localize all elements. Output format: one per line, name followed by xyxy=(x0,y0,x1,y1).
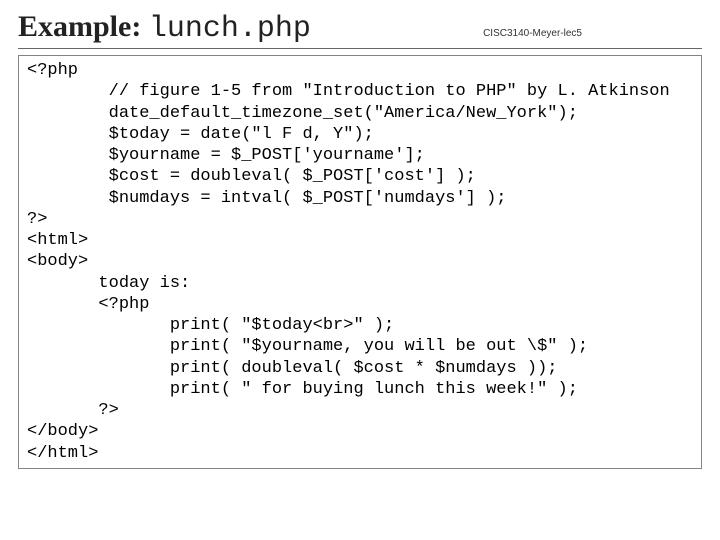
course-label: CISC3140-Meyer-lec5 xyxy=(483,28,582,39)
code-line: <body> xyxy=(27,252,88,271)
page-title: Example: lunch.php xyxy=(18,10,311,46)
divider xyxy=(18,48,702,49)
code-line: print( " for buying lunch this week!" ); xyxy=(27,380,578,399)
code-line: ?> xyxy=(27,210,47,229)
title-prefix: Example: xyxy=(18,10,149,43)
code-box: <?php // figure 1-5 from "Introduction t… xyxy=(18,55,702,469)
code-line: print( "$today<br>" ); xyxy=(27,316,394,335)
code-line: print( doubleval( $cost * $numdays )); xyxy=(27,359,558,378)
code-line: // figure 1-5 from "Introduction to PHP"… xyxy=(27,82,670,101)
code-line: today is: xyxy=(27,274,190,293)
code-line: </html> xyxy=(27,444,98,463)
code-line: $today = date("l F d, Y"); xyxy=(27,125,374,144)
title-filename: lunch.php xyxy=(149,12,311,46)
code-line: $cost = doubleval( $_POST['cost'] ); xyxy=(27,167,476,186)
header-row: Example: lunch.php CISC3140-Meyer-lec5 xyxy=(18,10,702,46)
code-line: ?> xyxy=(27,401,119,420)
code-line: <?php xyxy=(27,295,149,314)
code-line: <?php xyxy=(27,61,78,80)
code-line: $yourname = $_POST['yourname']; xyxy=(27,146,425,165)
slide: Example: lunch.php CISC3140-Meyer-lec5 <… xyxy=(0,0,720,540)
code-line: <html> xyxy=(27,231,88,250)
code-line: </body> xyxy=(27,422,98,441)
code-line: print( "$yourname, you will be out \$" )… xyxy=(27,337,588,356)
code-line: $numdays = intval( $_POST['numdays'] ); xyxy=(27,189,506,208)
code-line: date_default_timezone_set("America/New_Y… xyxy=(27,104,578,123)
